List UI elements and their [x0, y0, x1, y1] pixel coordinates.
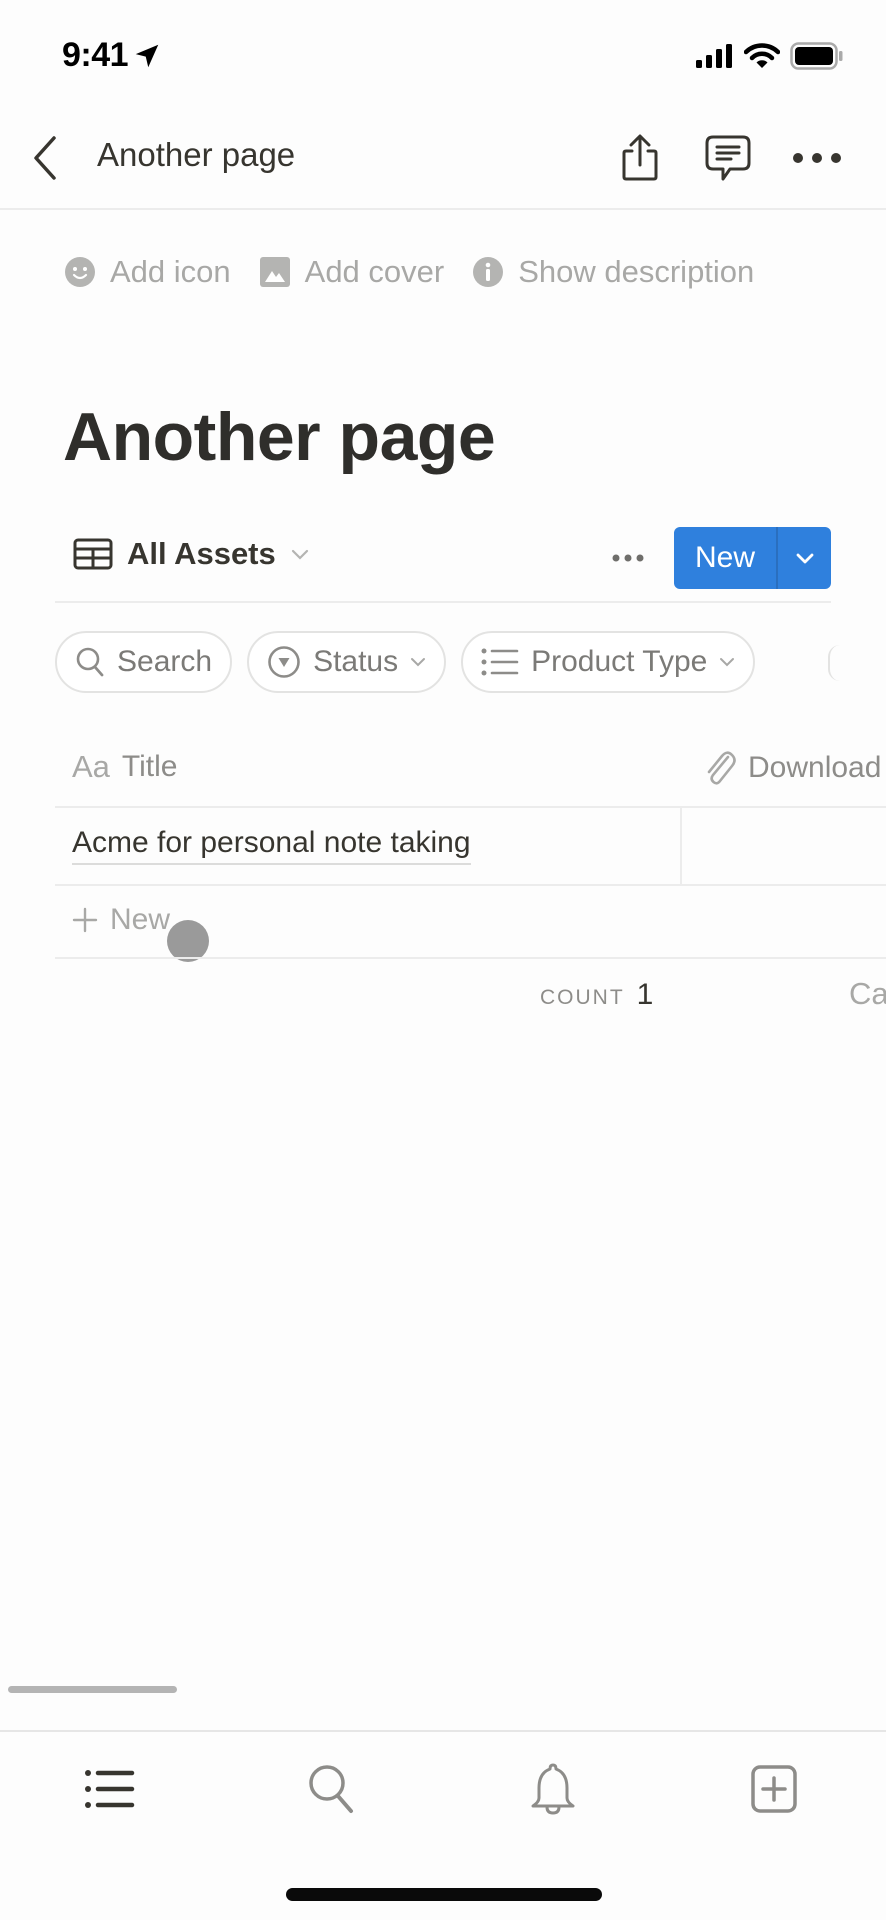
add-cover-label: Add cover [304, 254, 445, 289]
home-indicator[interactable] [286, 1888, 602, 1901]
tab-bar-divider [0, 1730, 886, 1732]
search-icon [309, 1765, 353, 1813]
tab-notifications[interactable] [521, 1757, 585, 1821]
info-icon [473, 257, 504, 287]
comments-button[interactable] [703, 132, 753, 184]
time-text: 9:41 [62, 36, 129, 74]
row-divider [55, 884, 886, 886]
share-icon [622, 134, 658, 181]
comment-icon [705, 135, 751, 181]
new-button[interactable]: New [674, 527, 778, 589]
add-cover-button[interactable]: Add cover [259, 254, 445, 290]
column-header-download[interactable]: Download [702, 749, 881, 787]
status-bar-time: 9:41 [62, 36, 162, 75]
nav-title: Another page [97, 136, 296, 173]
back-button[interactable] [26, 133, 62, 183]
list-icon [481, 648, 519, 676]
count-calculation[interactable]: COUNT 1 [540, 978, 653, 1012]
next-calculation[interactable]: Ca [849, 976, 886, 1012]
add-row-label: New [110, 903, 171, 936]
touch-indicator [167, 920, 209, 962]
page-title[interactable]: Another page [63, 398, 496, 476]
status-icon [268, 646, 300, 678]
page-meta-actions: Add icon Add cover Show description [64, 254, 754, 290]
wifi-icon [744, 43, 780, 68]
show-description-label: Show description [518, 254, 755, 289]
add-row-divider [55, 957, 886, 959]
home-list-icon [85, 1770, 135, 1808]
tab-search[interactable] [300, 1757, 364, 1821]
chevron-down-icon [796, 553, 813, 564]
notifications-bell-icon [531, 1763, 575, 1815]
chevron-down-icon [411, 658, 426, 667]
new-button-group: New [674, 527, 831, 589]
paperclip-icon [707, 751, 736, 785]
table-row-download-cell[interactable] [682, 808, 886, 885]
table-row-title[interactable]: Acme for personal note taking [72, 826, 471, 865]
column-header-title-label: Title [121, 750, 178, 783]
status-bar-indicators [696, 42, 844, 70]
status-filter-label: Status [313, 645, 399, 678]
chevron-down-icon [291, 549, 308, 560]
status-filter-chip[interactable]: Status [247, 631, 447, 693]
table-icon [73, 538, 113, 570]
more-icon [612, 554, 644, 562]
share-button[interactable] [615, 132, 665, 184]
new-page-icon [751, 1765, 797, 1813]
chevron-down-icon [720, 658, 735, 667]
plus-icon [72, 907, 98, 933]
add-row-button[interactable]: New [72, 903, 170, 937]
toolbar-divider [55, 601, 831, 603]
count-label: COUNT [540, 986, 625, 1009]
search-icon [76, 647, 104, 677]
text-type-icon: Aa [72, 749, 110, 784]
chevron-left-icon [34, 136, 56, 180]
horizontal-scrollbar[interactable] [8, 1686, 177, 1693]
search-chip[interactable]: Search [55, 631, 233, 693]
tab-home[interactable] [78, 1757, 142, 1821]
count-value: 1 [636, 978, 654, 1011]
next-filter-chip-edge[interactable] [828, 645, 840, 681]
tab-new-page[interactable] [742, 1757, 806, 1821]
product-type-filter-chip[interactable]: Product Type [461, 631, 756, 693]
filter-bar: Search Status Product Type [55, 631, 756, 693]
add-icon-button[interactable]: Add icon [64, 254, 231, 290]
battery-icon [790, 42, 843, 70]
search-chip-label: Search [117, 645, 213, 678]
more-button[interactable] [792, 132, 842, 184]
new-dropdown-button[interactable] [778, 527, 831, 589]
view-options-button[interactable] [606, 542, 650, 574]
image-icon [259, 257, 290, 287]
more-icon [793, 153, 841, 163]
view-selector[interactable]: All Assets [73, 536, 310, 572]
column-header-title[interactable]: Aa Title [72, 749, 177, 785]
smiley-icon [65, 257, 95, 287]
product-type-filter-label: Product Type [531, 645, 708, 678]
column-header-download-label: Download [748, 751, 882, 784]
cellular-signal-icon [696, 44, 732, 68]
show-description-button[interactable]: Show description [472, 254, 754, 290]
location-arrow-icon [135, 44, 159, 67]
view-name: All Assets [127, 536, 276, 571]
add-icon-label: Add icon [110, 254, 231, 289]
